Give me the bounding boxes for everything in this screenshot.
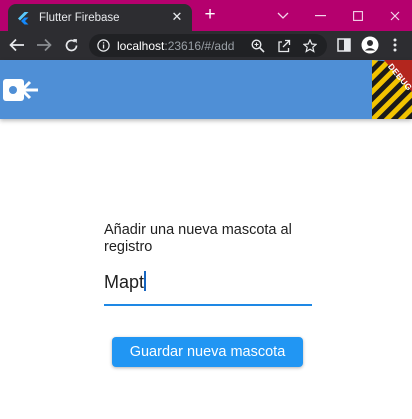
minimize-icon[interactable] — [303, 0, 337, 31]
back-arrow-icon[interactable] — [6, 34, 28, 56]
bookmark-star-icon[interactable] — [301, 37, 318, 54]
chevron-down-icon[interactable] — [266, 0, 300, 31]
maximize-icon[interactable] — [341, 0, 375, 31]
forward-arrow-icon[interactable] — [33, 34, 55, 56]
input-underline — [104, 304, 312, 306]
close-window-icon[interactable] — [378, 0, 412, 31]
tab-close-icon[interactable]: ✕ — [170, 10, 184, 24]
debug-banner: DEBUG — [372, 60, 412, 119]
input-text: Mapt — [104, 272, 145, 292]
more-menu-icon[interactable] — [384, 34, 406, 56]
new-tab-icon[interactable]: + — [200, 5, 220, 25]
tab-title: Flutter Firebase — [39, 11, 120, 24]
browser-tab[interactable]: Flutter Firebase ✕ — [8, 4, 192, 31]
url-host: localhost — [117, 39, 165, 53]
address-bar[interactable]: localhost:23616/#/add — [89, 34, 327, 57]
share-icon[interactable] — [275, 37, 292, 54]
info-icon[interactable] — [97, 39, 110, 52]
save-pet-button[interactable]: Guardar nueva mascota — [112, 337, 303, 367]
pet-name-input[interactable]: Mapt — [104, 268, 312, 306]
browser-titlebar: Flutter Firebase ✕ + — [0, 0, 412, 31]
url-text: localhost:23616/#/add — [117, 39, 234, 53]
app-bar — [0, 60, 412, 119]
form-heading: Añadir una nueva mascota al registro — [104, 222, 292, 255]
pet-name-value[interactable]: Mapt — [104, 271, 147, 293]
side-panel-icon[interactable] — [333, 34, 355, 56]
profile-avatar-icon[interactable] — [359, 34, 381, 56]
browser-toolbar: localhost:23616/#/add — [0, 31, 412, 60]
reload-icon[interactable] — [60, 34, 82, 56]
back-logout-icon[interactable] — [2, 76, 40, 104]
flutter-icon — [16, 11, 30, 25]
text-caret — [144, 271, 147, 291]
zoom-icon[interactable] — [249, 37, 266, 54]
url-path: :23616/#/add — [164, 39, 235, 53]
